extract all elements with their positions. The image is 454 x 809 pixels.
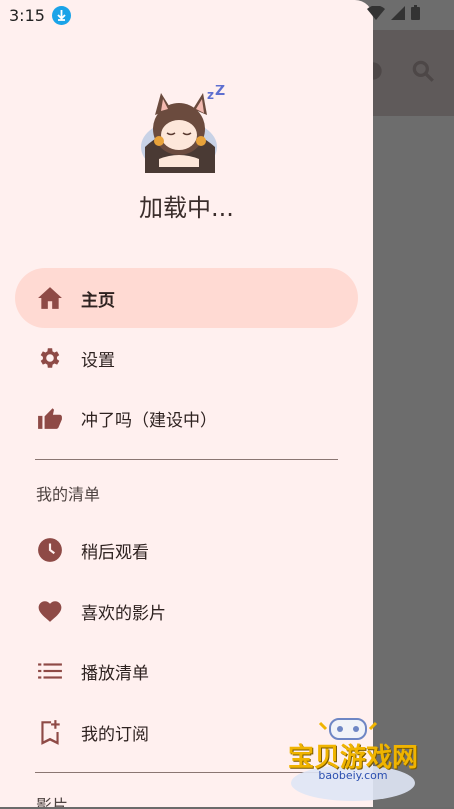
watermark-logo: 宝贝游戏网 baobeiy.com (278, 715, 428, 805)
svg-text:z: z (207, 88, 214, 102)
nav-label-subscriptions: 我的订阅 (81, 724, 149, 745)
nav-label-home: 主页 (81, 290, 115, 311)
background-search-icon (412, 60, 434, 82)
navigation-drawer: z Z 加载中... 主页 设置 冲了吗（建设中） 我的清单 稍后观看 喜欢的影 (0, 0, 373, 807)
watermark-url: baobeiy.com (318, 769, 388, 782)
gear-icon (35, 343, 65, 373)
download-icon (52, 6, 71, 25)
nav-label-watch-later: 稍后观看 (81, 542, 149, 563)
nav-item-chongle[interactable]: 冲了吗（建设中） (15, 388, 358, 448)
loading-text: 加载中... (139, 194, 234, 222)
status-time: 3:15 (9, 6, 45, 25)
section-title-my-list: 我的清单 (36, 485, 101, 504)
nav-item-watch-later[interactable]: 稍后观看 (15, 520, 358, 580)
thumbs-up-icon (35, 403, 65, 433)
nav-item-playlists[interactable]: 播放清单 (15, 641, 358, 701)
nav-item-home[interactable]: 主页 (15, 268, 358, 328)
bookmark-add-icon (35, 717, 65, 747)
nav-item-favorites[interactable]: 喜欢的影片 (15, 581, 358, 641)
battery-icon (411, 5, 420, 20)
nav-label-settings: 设置 (81, 350, 115, 371)
status-icons (367, 5, 420, 20)
nav-label-favorites: 喜欢的影片 (81, 603, 166, 624)
list-icon (35, 656, 65, 686)
wifi-icon (367, 5, 385, 20)
home-icon (35, 283, 65, 313)
nav-item-settings[interactable]: 设置 (15, 328, 358, 388)
section-title-films: 影片 (36, 796, 69, 807)
signal-icon (391, 5, 405, 20)
nav-label-playlists: 播放清单 (81, 663, 149, 684)
heart-icon (35, 596, 65, 626)
clock-icon (35, 535, 65, 565)
sleeping-cat-girl-avatar: z Z (141, 85, 225, 173)
nav-label-chongle: 冲了吗（建设中） (81, 410, 217, 431)
divider (35, 459, 338, 460)
svg-text:Z: Z (215, 85, 225, 99)
